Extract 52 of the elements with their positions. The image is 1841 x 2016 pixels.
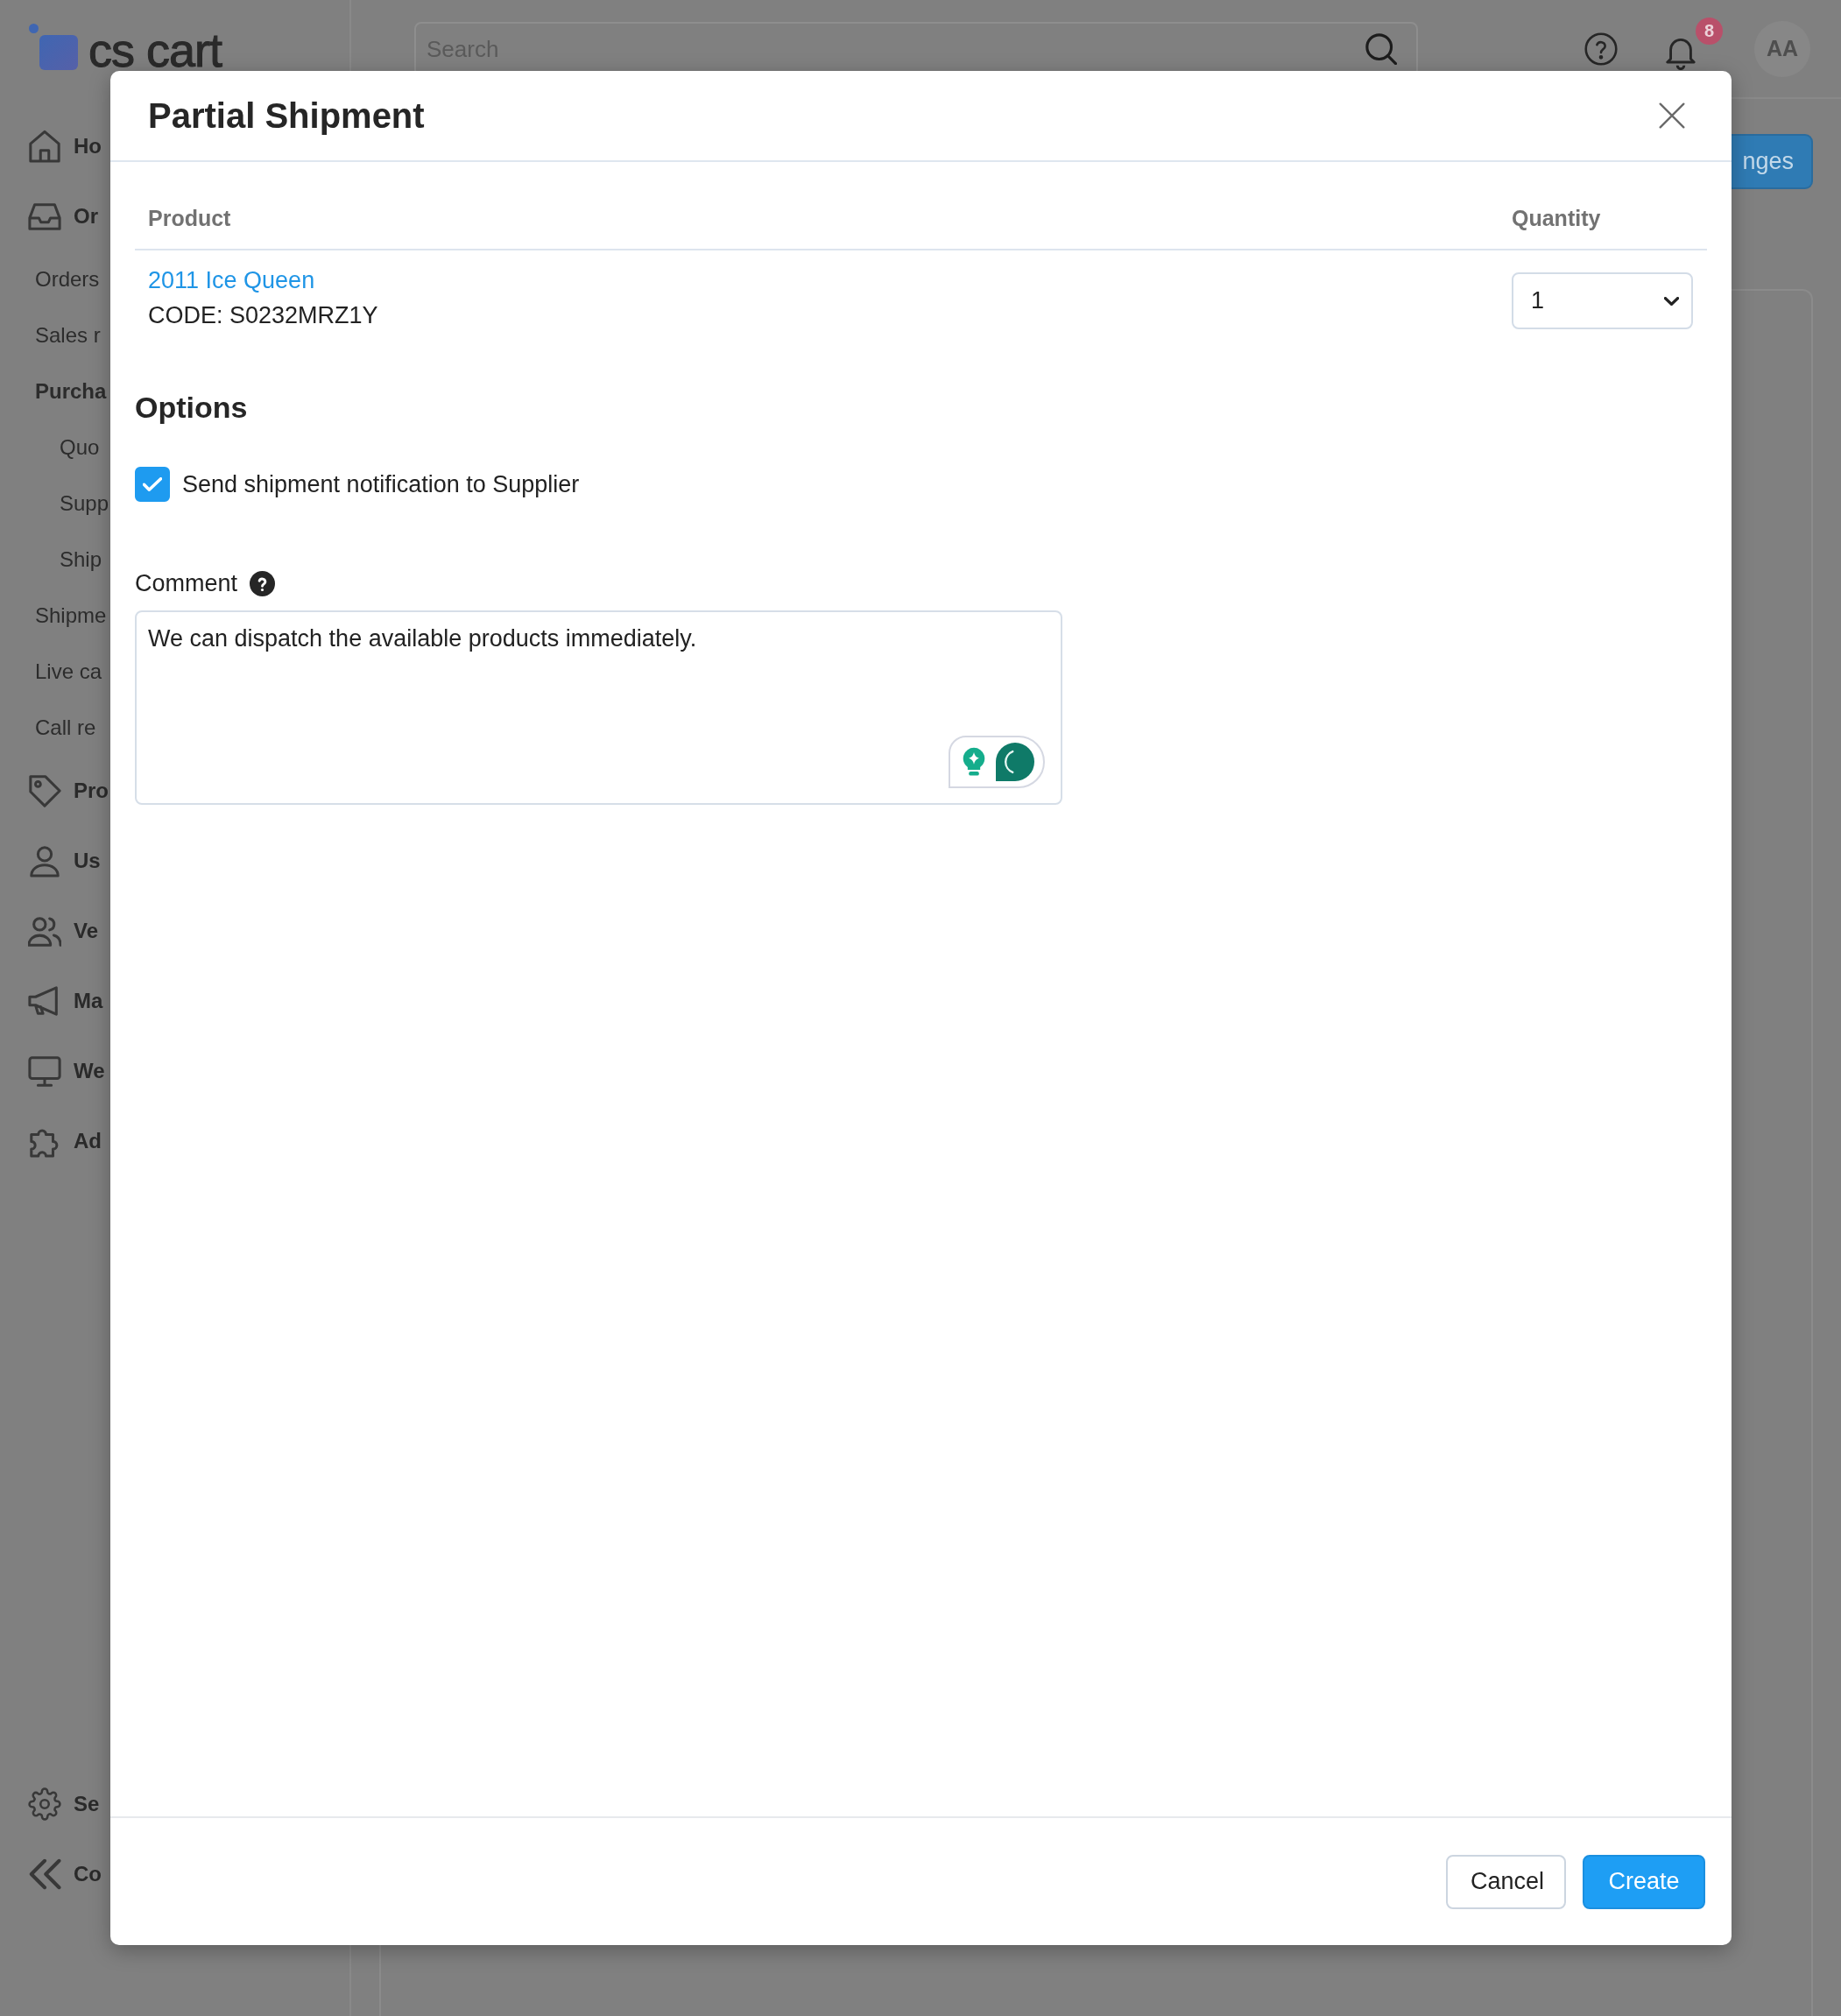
quantity-select[interactable]: 1 xyxy=(1512,272,1693,329)
tag-icon xyxy=(28,774,61,807)
cancel-button[interactable]: Cancel xyxy=(1446,1854,1566,1909)
user-icon xyxy=(28,844,61,878)
sidebar-item[interactable]: Or xyxy=(0,200,98,233)
dialog-title: Partial Shipment xyxy=(148,95,425,137)
checkbox-label: Send shipment notification to Supplier xyxy=(182,470,580,499)
column-header: Product xyxy=(148,206,231,231)
sidebar-subitem[interactable]: Supp xyxy=(60,489,109,518)
options-heading: Options xyxy=(135,390,248,426)
users-icon xyxy=(28,914,61,948)
sidebar-subitem[interactable]: Quo xyxy=(60,433,100,462)
sidebar-subitem[interactable]: Call re xyxy=(35,713,96,743)
sidebar-subitem[interactable]: Orders xyxy=(35,264,100,294)
search-icon[interactable] xyxy=(1365,33,1397,65)
notification-badge: 8 xyxy=(1696,17,1723,45)
create-button[interactable]: Create xyxy=(1583,1854,1705,1909)
checkbox[interactable] xyxy=(135,467,170,502)
avatar[interactable]: AA xyxy=(1754,20,1810,77)
writing-assistant-button[interactable] xyxy=(949,736,1045,788)
check-icon xyxy=(143,477,162,491)
chevron-down-icon xyxy=(1664,296,1679,306)
home-icon xyxy=(28,130,61,163)
settings-icon xyxy=(28,1787,61,1821)
product-code: CODE: S0232MRZ1Y xyxy=(148,301,378,330)
logo-text: cs cart xyxy=(88,25,222,74)
sidebar-item[interactable]: Ad xyxy=(0,1124,102,1158)
column-header: Quantity xyxy=(1512,206,1601,231)
sidebar-subitem[interactable]: Ship xyxy=(60,545,102,574)
speech-bubble-icon xyxy=(996,743,1034,781)
sidebar-subitem[interactable]: Purcha xyxy=(35,377,107,406)
comment-label: Comment xyxy=(135,569,238,598)
product-link[interactable]: 2011 Ice Queen xyxy=(148,263,315,298)
sidebar-item[interactable]: Ve xyxy=(0,914,99,948)
logo-icon xyxy=(29,24,78,70)
help-icon[interactable] xyxy=(250,570,276,596)
sidebar-item[interactable]: Se xyxy=(0,1787,100,1821)
sidebar-subitem[interactable]: Live ca xyxy=(35,657,102,687)
monitor-icon xyxy=(28,1054,61,1088)
sidebar-item[interactable]: Us xyxy=(0,844,101,878)
sidebar-item[interactable]: Ho xyxy=(0,130,102,163)
close-icon[interactable] xyxy=(1658,102,1686,130)
save-button[interactable]: nges xyxy=(1732,134,1813,189)
double-chevron-icon xyxy=(28,1857,61,1891)
sidebar-item[interactable]: We xyxy=(0,1054,105,1088)
sidebar-subitem[interactable]: Shipme xyxy=(35,601,107,631)
lightbulb-icon xyxy=(963,747,985,777)
sidebar-item[interactable]: Ma xyxy=(0,984,103,1018)
comment-field[interactable]: We can dispatch the available products immediately. xyxy=(135,610,1062,805)
sidebar-item[interactable]: Co xyxy=(0,1857,102,1891)
sidebar-item[interactable]: Pro xyxy=(0,774,109,807)
sidebar-subitem[interactable]: Sales r xyxy=(35,321,101,350)
